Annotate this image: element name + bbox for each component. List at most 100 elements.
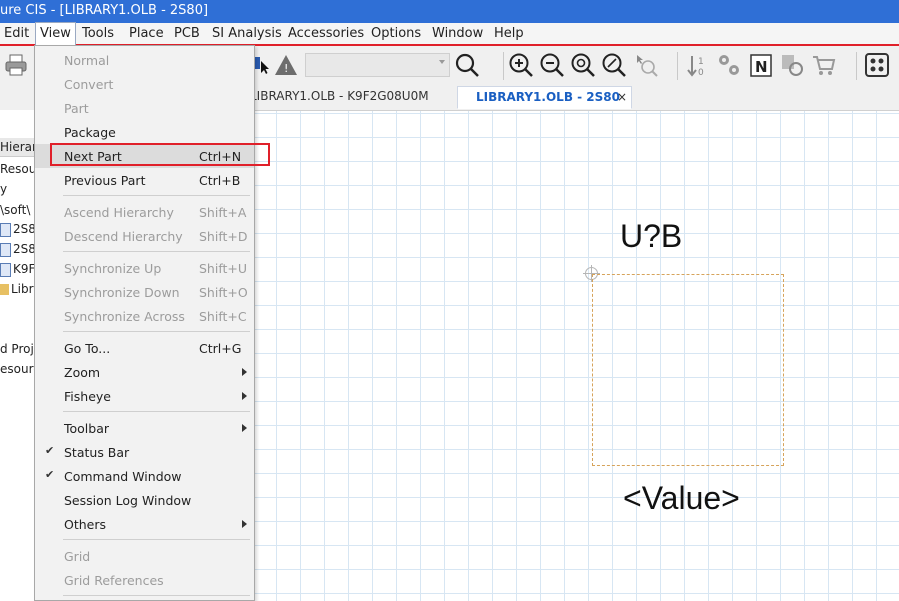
menu-item-package[interactable]: Package	[35, 120, 254, 144]
checkmark-icon: ✔	[45, 444, 55, 457]
tree-item-part-k9f[interactable]: K9F	[0, 262, 35, 277]
tree-item-part-2s8-b[interactable]: 2S8	[0, 242, 35, 257]
menu-item-descend-hierarchy[interactable]: Descend Hierarchy Shift+D	[35, 224, 254, 248]
menu-item-label: Synchronize Across	[64, 309, 185, 324]
menu-pcb[interactable]: PCB	[170, 23, 204, 44]
menu-item-previous-part[interactable]: Previous Part Ctrl+B	[35, 168, 254, 192]
menu-item-fisheye[interactable]: Fisheye	[35, 384, 254, 408]
document-icon	[0, 222, 11, 237]
menu-item-synchronize-across[interactable]: Synchronize Across Shift+C	[35, 304, 254, 328]
library-icon	[0, 284, 9, 295]
grid-view-icon[interactable]	[864, 52, 890, 78]
menu-item-synchronize-up[interactable]: Synchronize Up Shift+U	[35, 256, 254, 280]
tree-item-resources[interactable]: Resources	[0, 162, 34, 176]
menu-item-label: Normal	[64, 53, 110, 68]
menu-bar: Edit View Tools Place PCB SI Analysis Ac…	[0, 22, 899, 46]
menu-item-shortcut: Ctrl+G	[199, 341, 242, 356]
menu-item-label: Grid References	[64, 573, 164, 588]
tree-item-label: Libr	[11, 282, 34, 296]
menu-item-shortcut: Shift+O	[199, 285, 248, 300]
cart-icon[interactable]	[811, 52, 837, 78]
menu-separator	[63, 539, 250, 540]
zoom-area-icon[interactable]	[601, 52, 627, 78]
toolbar-separator	[503, 52, 504, 80]
menu-item-toolbar[interactable]: Toolbar	[35, 416, 254, 440]
gear-group-icon[interactable]	[716, 52, 742, 78]
warning-tool-icon[interactable]: !	[273, 52, 299, 78]
zoom-fit-icon[interactable]	[570, 52, 596, 78]
tab-k9f2g08u0m[interactable]: LIBRARY1.OLB - K9F2G08U0M	[244, 86, 435, 109]
search-icon[interactable]	[454, 52, 480, 78]
menu-item-shortcut: Shift+D	[199, 229, 248, 244]
menu-si-analysis[interactable]: SI Analysis	[208, 23, 286, 44]
menu-item-shortcut: Shift+C	[199, 309, 247, 324]
tree-item-design-project[interactable]: d Proj	[0, 342, 34, 356]
menu-item-go-to[interactable]: Go To... Ctrl+G	[35, 336, 254, 360]
menu-item-label: Zoom	[64, 365, 101, 380]
menu-item-convert[interactable]: Convert	[35, 72, 254, 96]
menu-window[interactable]: Window	[428, 23, 487, 44]
refresh-icon[interactable]	[779, 52, 805, 78]
tree-item-design-resources[interactable]: esourc	[0, 362, 34, 376]
menu-help[interactable]: Help	[490, 23, 528, 44]
menu-tools[interactable]: Tools	[78, 23, 118, 44]
zoom-in-icon[interactable]	[508, 52, 534, 78]
svg-text:0: 0	[698, 68, 704, 78]
menu-place[interactable]: Place	[125, 23, 168, 44]
tree-item-part-2s8-a[interactable]: 2S8	[0, 222, 35, 237]
menu-item-label: Others	[64, 517, 107, 532]
menu-item-part[interactable]: Part	[35, 96, 254, 120]
submenu-arrow-icon	[242, 520, 247, 528]
tree-item-label: K9F	[13, 262, 35, 276]
menu-accessories[interactable]: Accessories	[284, 23, 368, 44]
menu-item-others[interactable]: Others	[35, 512, 254, 536]
tree-item-library[interactable]: y	[0, 182, 7, 196]
part-value-label[interactable]: <Value>	[623, 480, 740, 517]
tree-item-path[interactable]: \soft\	[0, 203, 30, 217]
part-body-outline[interactable]	[592, 274, 784, 466]
tree-item-label: 2S8	[13, 242, 35, 256]
menu-item-normal[interactable]: Normal	[35, 48, 254, 72]
part-combo[interactable]	[305, 53, 450, 77]
close-icon[interactable]: ×	[617, 87, 627, 108]
menu-item-status-bar[interactable]: ✔ Status Bar	[35, 440, 254, 464]
tree-item-label: 2S8	[13, 222, 35, 236]
document-icon	[0, 242, 11, 257]
menu-item-grid[interactable]: Grid	[35, 544, 254, 568]
menu-separator	[63, 331, 250, 332]
menu-item-label: Grid	[64, 549, 91, 564]
menu-item-grid-references[interactable]: Grid References	[35, 568, 254, 592]
project-manager-panel: Hierarchy Resources y \soft\ 2S8 2S8 K9F…	[0, 110, 35, 601]
menu-item-synchronize-down[interactable]: Synchronize Down Shift+O	[35, 280, 254, 304]
tree-item-library-folder[interactable]: Libr	[0, 282, 34, 296]
menu-item-label: Previous Part	[64, 173, 146, 188]
zoom-out-icon[interactable]	[539, 52, 565, 78]
netlist-n-icon[interactable]: N	[749, 52, 775, 78]
menu-item-label: Descend Hierarchy	[64, 229, 183, 244]
view-menu-dropdown: Normal Convert Part Package Next Part Ctr…	[34, 45, 255, 601]
menu-edit[interactable]: Edit	[0, 23, 33, 44]
menu-separator	[63, 251, 250, 252]
zoom-select-icon[interactable]	[634, 52, 660, 78]
menu-item-ascend-hierarchy[interactable]: Ascend Hierarchy Shift+A	[35, 200, 254, 224]
highlight-box	[50, 143, 270, 166]
toolbar-separator	[856, 52, 857, 80]
menu-view[interactable]: View	[35, 22, 76, 46]
menu-item-label: Go To...	[64, 341, 111, 356]
menu-item-command-window[interactable]: ✔ Command Window	[35, 464, 254, 488]
window-title: ure CIS - [LIBRARY1.OLB - 2S80]	[0, 3, 209, 18]
menu-options[interactable]: Options	[367, 23, 425, 44]
menu-item-session-log-window[interactable]: Session Log Window	[35, 488, 254, 512]
tab-2s80[interactable]: LIBRARY1.OLB - 2S80 ×	[457, 86, 632, 109]
menu-item-label: Fisheye	[64, 389, 111, 404]
menu-item-zoom[interactable]: Zoom	[35, 360, 254, 384]
checkmark-icon: ✔	[45, 468, 55, 481]
menu-item-shortcut: Ctrl+B	[199, 173, 241, 188]
sort-icon[interactable]: 10	[686, 52, 712, 78]
menu-item-label: Synchronize Up	[64, 261, 162, 276]
part-reference-label[interactable]: U?B	[620, 218, 682, 255]
tree-item-hierarchy[interactable]: Hierarchy	[0, 140, 34, 154]
document-icon	[0, 262, 11, 277]
print-icon[interactable]	[3, 52, 29, 78]
menu-item-label: Convert	[64, 77, 114, 92]
